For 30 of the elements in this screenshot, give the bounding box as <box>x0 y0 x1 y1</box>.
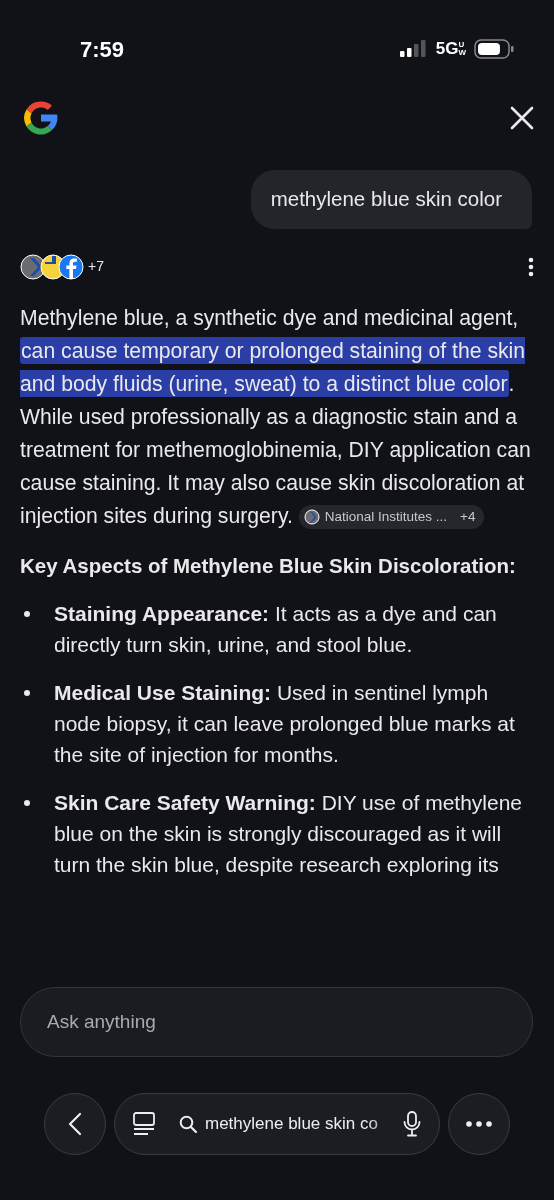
bullet-icon <box>24 689 30 696</box>
more-icon <box>466 1121 492 1127</box>
bullet-text: Staining Appearance: It acts as a dye and can directly turn skin, urine, and stool blue. <box>53 600 498 658</box>
tabs-icon <box>133 1112 155 1136</box>
ask-input-field[interactable]: Ask anything <box>20 987 533 1057</box>
user-query-bubble: methylene blue skin color <box>250 170 532 229</box>
microphone-icon[interactable] <box>403 1111 421 1137</box>
network-type: 5G <box>435 38 459 61</box>
answer-paragraph: Methylene blue, a synthetic dye and medicinal agent, can cause temporary or prolonged staining of the skin and body fluids (urine, sweat) to a distinct blue color. While used professionally as a diagnostic stain and a treatment for methemoglobinemia, DIY application can cause staining. It may also cause skin discoloration at injection sites during surgery. National Institutes ... +4 <box>20 300 534 532</box>
bullet-icon <box>24 610 30 617</box>
source-logo-icon <box>303 509 320 526</box>
section-heading: Key Aspects of Methylene Blue Skin Discoloration: <box>20 552 517 579</box>
citation-source: National Institutes ... <box>324 508 448 527</box>
signal-icon <box>399 40 428 58</box>
close-icon[interactable] <box>510 106 534 130</box>
clock-time: 7:59 <box>80 35 125 64</box>
bullet-text: Medical Use Staining: Used in sentinel lymph node biopsy, it can leave prolonged blue marks at the site of injection for months. <box>53 679 516 768</box>
back-icon <box>68 1112 82 1136</box>
bullet-text: Skin Care Safety Warning: DIY use of methylene blue on the skin is strongly discouraged as it will turn the skin blue, despite research exploring its <box>53 789 524 878</box>
source-logos-icon[interactable] <box>20 252 84 281</box>
bullet-icon <box>24 799 30 806</box>
network-subtype: UW <box>458 41 466 57</box>
address-search-bar[interactable]: methylene blue skin co <box>114 1093 440 1155</box>
search-icon <box>179 1115 197 1133</box>
battery-icon <box>474 39 514 59</box>
search-query-text: methylene blue skin co <box>205 1113 379 1136</box>
overflow-menu-icon[interactable] <box>528 256 534 277</box>
source-count[interactable]: +7 <box>88 256 104 278</box>
citation-chip[interactable]: National Institutes ... +4 <box>298 505 485 530</box>
citation-count: +4 <box>460 508 476 527</box>
